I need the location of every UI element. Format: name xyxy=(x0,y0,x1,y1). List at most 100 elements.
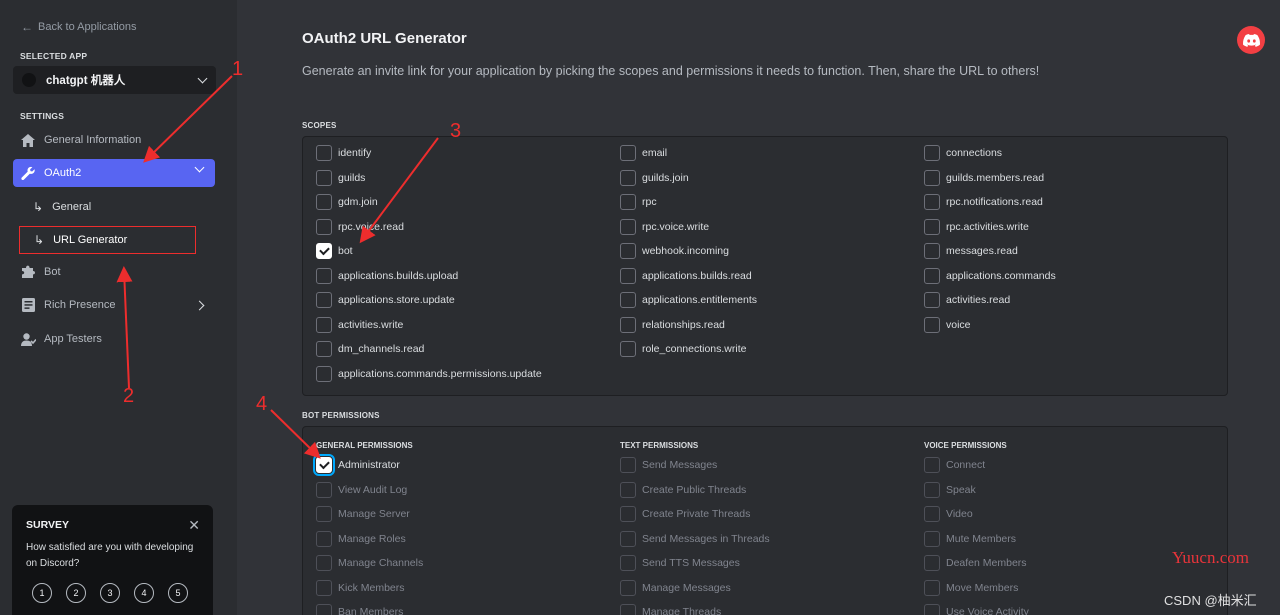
sidebar-item-bot[interactable]: Bot xyxy=(13,258,215,286)
sidebar-item-rich-presence[interactable]: Rich Presence xyxy=(13,291,215,319)
app-selector[interactable]: chatgpt 机器人 xyxy=(13,66,216,94)
permission-checkbox-deafen-members[interactable]: Deafen Members xyxy=(924,555,1027,571)
scope-checkbox-applications-builds-read[interactable]: applications.builds.read xyxy=(620,267,752,284)
checkbox[interactable] xyxy=(924,267,940,284)
permission-checkbox-manage-threads[interactable]: Manage Threads xyxy=(620,604,721,615)
permission-checkbox-kick-members[interactable]: Kick Members xyxy=(316,579,405,596)
scope-checkbox-email[interactable]: email xyxy=(620,145,667,161)
checkbox[interactable] xyxy=(620,506,636,522)
checkbox[interactable] xyxy=(924,457,940,473)
scope-checkbox-applications-entitlements[interactable]: applications.entitlements xyxy=(620,292,757,308)
checkbox-checked[interactable] xyxy=(313,454,335,476)
checkbox[interactable] xyxy=(620,604,636,615)
scope-checkbox-activities-read[interactable]: activities.read xyxy=(924,292,1010,308)
sidebar-subitem-url-generator[interactable]: ↳ URL Generator xyxy=(19,226,196,254)
close-icon[interactable]: ✕ xyxy=(188,517,200,534)
scope-checkbox-guilds-join[interactable]: guilds.join xyxy=(620,169,689,186)
checkbox[interactable] xyxy=(924,555,940,571)
checkbox[interactable] xyxy=(620,316,636,333)
scope-checkbox-webhook-incoming[interactable]: webhook.incoming xyxy=(620,243,729,259)
checkbox[interactable] xyxy=(924,169,940,186)
survey-rating-button[interactable]: 3 xyxy=(100,583,120,603)
checkbox[interactable] xyxy=(316,506,332,522)
permission-checkbox-ban-members[interactable]: Ban Members xyxy=(316,604,403,615)
checkbox[interactable] xyxy=(620,218,636,235)
permission-checkbox-create-public-threads[interactable]: Create Public Threads xyxy=(620,481,746,498)
checkbox[interactable] xyxy=(924,194,940,210)
permission-checkbox-administrator[interactable]: Administrator xyxy=(313,454,400,476)
scope-checkbox-guilds-members-read[interactable]: guilds.members.read xyxy=(924,169,1044,186)
checkbox[interactable] xyxy=(620,267,636,284)
checkbox[interactable] xyxy=(924,530,940,547)
sidebar-subitem-general[interactable]: ↳ General xyxy=(19,193,196,221)
checkbox[interactable] xyxy=(924,316,940,333)
scope-checkbox-role-connections-write[interactable]: role_connections.write xyxy=(620,341,746,357)
discord-logo-icon[interactable] xyxy=(1237,26,1265,54)
sidebar-item-oauth2[interactable]: OAuth2 xyxy=(13,159,215,187)
checkbox[interactable] xyxy=(316,169,332,186)
checkbox[interactable] xyxy=(620,481,636,498)
scope-checkbox-rpc-voice-read[interactable]: rpc.voice.read xyxy=(316,218,404,235)
permission-checkbox-move-members[interactable]: Move Members xyxy=(924,579,1018,596)
checkbox[interactable] xyxy=(316,530,332,547)
permission-checkbox-create-private-threads[interactable]: Create Private Threads xyxy=(620,506,750,522)
checkbox[interactable] xyxy=(620,292,636,308)
permission-checkbox-video[interactable]: Video xyxy=(924,506,973,522)
checkbox[interactable] xyxy=(924,243,940,259)
checkbox[interactable] xyxy=(316,267,332,284)
checkbox[interactable] xyxy=(924,604,940,615)
permission-checkbox-manage-server[interactable]: Manage Server xyxy=(316,506,410,522)
scope-checkbox-activities-write[interactable]: activities.write xyxy=(316,316,403,333)
permission-checkbox-view-audit-log[interactable]: View Audit Log xyxy=(316,481,407,498)
permission-checkbox-manage-messages[interactable]: Manage Messages xyxy=(620,579,731,596)
checkbox[interactable] xyxy=(924,292,940,308)
permission-checkbox-send-messages[interactable]: Send Messages xyxy=(620,457,717,473)
scope-checkbox-connections[interactable]: connections xyxy=(924,145,1002,161)
checkbox[interactable] xyxy=(620,169,636,186)
checkbox[interactable] xyxy=(316,481,332,498)
scope-checkbox-rpc[interactable]: rpc xyxy=(620,194,657,210)
checkbox[interactable] xyxy=(620,243,636,259)
checkbox-checked[interactable] xyxy=(316,243,332,259)
sidebar-item-general-information[interactable]: General Information xyxy=(13,126,215,154)
scope-checkbox-dm-channels-read[interactable]: dm_channels.read xyxy=(316,341,424,357)
scope-checkbox-voice[interactable]: voice xyxy=(924,316,971,333)
sidebar-item-app-testers[interactable]: App Testers xyxy=(13,325,215,353)
checkbox[interactable] xyxy=(620,341,636,357)
checkbox[interactable] xyxy=(316,292,332,308)
scope-checkbox-applications-store-update[interactable]: applications.store.update xyxy=(316,292,455,308)
checkbox[interactable] xyxy=(620,145,636,161)
checkbox[interactable] xyxy=(316,365,332,382)
scope-checkbox-guilds[interactable]: guilds xyxy=(316,169,365,186)
permission-checkbox-connect[interactable]: Connect xyxy=(924,457,985,473)
checkbox[interactable] xyxy=(316,316,332,333)
checkbox[interactable] xyxy=(620,457,636,473)
checkbox[interactable] xyxy=(316,579,332,596)
checkbox[interactable] xyxy=(620,530,636,547)
checkbox[interactable] xyxy=(316,218,332,235)
checkbox[interactable] xyxy=(924,218,940,235)
checkbox[interactable] xyxy=(924,481,940,498)
permission-checkbox-speak[interactable]: Speak xyxy=(924,481,976,498)
scope-checkbox-applications-commands-permissions-update[interactable]: applications.commands.permissions.update xyxy=(316,365,542,382)
permission-checkbox-manage-channels[interactable]: Manage Channels xyxy=(316,555,423,571)
back-to-applications-link[interactable]: ← Back to Applications xyxy=(21,20,136,34)
checkbox[interactable] xyxy=(316,341,332,357)
checkbox[interactable] xyxy=(316,555,332,571)
checkbox[interactable] xyxy=(620,555,636,571)
scope-checkbox-rpc-activities-write[interactable]: rpc.activities.write xyxy=(924,218,1029,235)
scope-checkbox-rpc-notifications-read[interactable]: rpc.notifications.read xyxy=(924,194,1043,210)
scope-checkbox-messages-read[interactable]: messages.read xyxy=(924,243,1018,259)
checkbox[interactable] xyxy=(620,194,636,210)
checkbox[interactable] xyxy=(620,579,636,596)
checkbox[interactable] xyxy=(316,604,332,615)
survey-rating-button[interactable]: 2 xyxy=(66,583,86,603)
permission-checkbox-use-voice-activity[interactable]: Use Voice Activity xyxy=(924,604,1029,615)
permission-checkbox-manage-roles[interactable]: Manage Roles xyxy=(316,530,406,547)
checkbox[interactable] xyxy=(924,506,940,522)
survey-rating-button[interactable]: 5 xyxy=(168,583,188,603)
checkbox[interactable] xyxy=(924,579,940,596)
scope-checkbox-relationships-read[interactable]: relationships.read xyxy=(620,316,725,333)
scope-checkbox-applications-commands[interactable]: applications.commands xyxy=(924,267,1056,284)
checkbox[interactable] xyxy=(924,145,940,161)
